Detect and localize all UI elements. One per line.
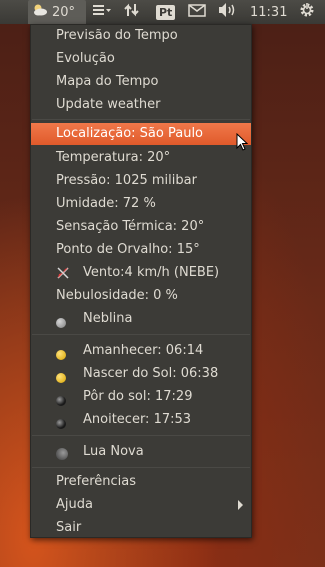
- mail-icon: [188, 3, 206, 21]
- menu-icon: [92, 3, 112, 21]
- sun-dawn[interactable]: Amanhecer: 06:14: [31, 340, 251, 362]
- weather-indicator[interactable]: 20°: [28, 0, 86, 24]
- gear-icon: [299, 2, 315, 22]
- menu-indicator[interactable]: [92, 0, 112, 24]
- menu-item-weather-map[interactable]: Mapa do Tempo: [31, 71, 251, 93]
- menu-item-evolution[interactable]: Evolução: [31, 48, 251, 70]
- condition-dew-point[interactable]: Ponto de Orvalho: 15°: [31, 239, 251, 261]
- menu-separator: [32, 435, 250, 436]
- condition-humidity[interactable]: Umidade: 72 %: [31, 193, 251, 215]
- fog-label: Neblina: [83, 311, 133, 326]
- help-label: Ajuda: [56, 497, 93, 512]
- menu-item-help[interactable]: Ajuda: [31, 494, 251, 516]
- moon-label: Lua Nova: [83, 444, 144, 459]
- keyboard-layout-label: Pt: [156, 4, 176, 20]
- weather-cloud-icon: [32, 3, 48, 21]
- menu-separator: [32, 467, 250, 468]
- condition-pressure[interactable]: Pressão: 1025 milibar: [31, 170, 251, 192]
- keyboard-layout-indicator[interactable]: Pt: [156, 0, 176, 24]
- moon-icon: [56, 446, 68, 468]
- sun-dusk[interactable]: Anoitecer: 17:53: [31, 409, 251, 431]
- sunrise-label: Nascer do Sol: 06:38: [83, 366, 219, 381]
- volume-icon: [217, 2, 239, 22]
- dawn-label: Amanhecer: 06:14: [83, 343, 204, 358]
- mail-indicator[interactable]: [188, 0, 206, 24]
- menu-item-location[interactable]: Localização: São Paulo: [31, 123, 251, 145]
- condition-cloudiness[interactable]: Nebulosidade: 0 %: [31, 285, 251, 307]
- weather-menu: Previsão do Tempo Evolução Mapa do Tempo…: [30, 24, 252, 538]
- sunset-label: Pôr do sol: 17:29: [83, 389, 193, 404]
- menu-item-update-weather[interactable]: Update weather: [31, 94, 251, 116]
- menu-item-quit[interactable]: Sair: [31, 517, 251, 539]
- condition-temperature[interactable]: Temperatura: 20°: [31, 147, 251, 169]
- dusk-label: Anoitecer: 17:53: [83, 412, 192, 427]
- wind-label: Vento:4 km/h (NEBE): [83, 265, 220, 280]
- network-indicator[interactable]: [124, 0, 140, 24]
- condition-feels-like[interactable]: Sensação Térmica: 20°: [31, 216, 251, 238]
- condition-wind[interactable]: Vento:4 km/h (NEBE): [31, 262, 251, 284]
- menu-separator: [32, 334, 250, 335]
- volume-indicator[interactable]: [217, 0, 239, 24]
- moon-phase[interactable]: Lua Nova: [31, 441, 251, 463]
- network-icon: [124, 2, 140, 22]
- sun-sunset[interactable]: Pôr do sol: 17:29: [31, 386, 251, 408]
- condition-fog[interactable]: Neblina: [31, 308, 251, 330]
- panel-temperature: 20°: [52, 4, 76, 20]
- clock[interactable]: 11:31: [250, 0, 287, 24]
- night-icon: [56, 415, 66, 437]
- menu-item-preferences[interactable]: Preferências: [31, 471, 251, 493]
- fog-icon: [56, 314, 66, 336]
- submenu-arrow-icon: [238, 500, 243, 510]
- menu-item-forecast[interactable]: Previsão do Tempo: [31, 25, 251, 47]
- sun-sunrise[interactable]: Nascer do Sol: 06:38: [31, 363, 251, 385]
- menu-separator: [32, 119, 250, 120]
- session-indicator[interactable]: [299, 0, 315, 24]
- mouse-pointer-icon: [236, 132, 249, 155]
- top-panel: 20° Pt 11:31: [0, 0, 325, 24]
